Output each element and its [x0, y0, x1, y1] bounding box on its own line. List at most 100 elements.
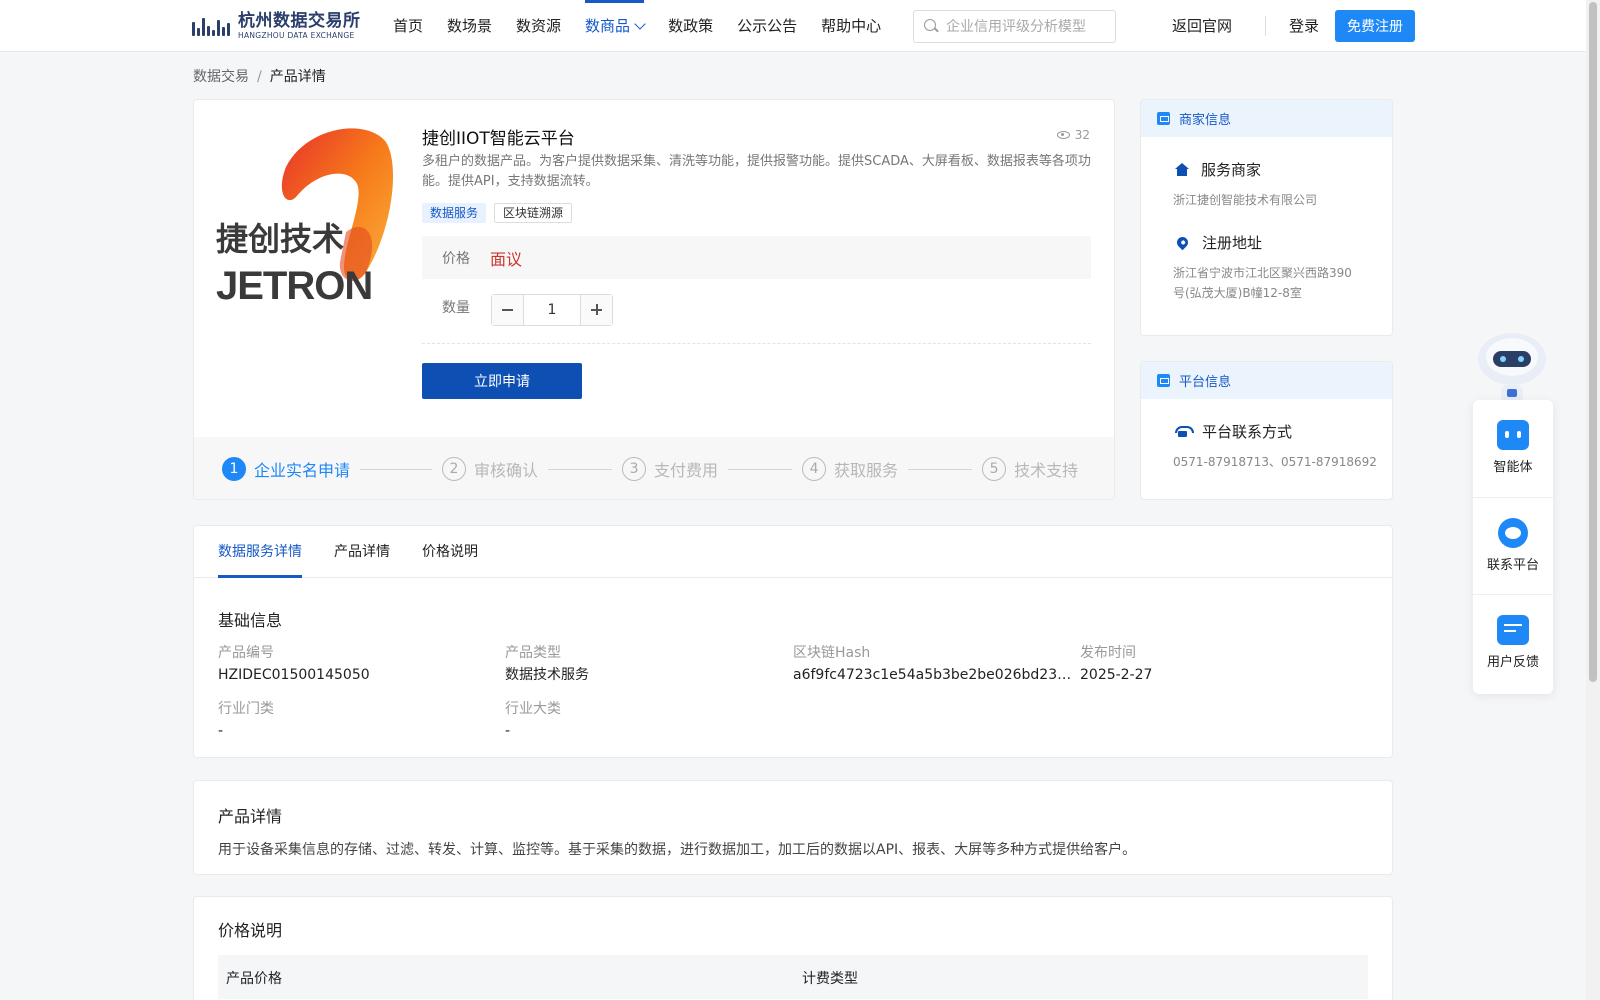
price-table-header: 产品价格 计费类型	[218, 955, 1368, 999]
contact-value: 0571-87918713、0571-87918692	[1173, 455, 1377, 469]
nav-products[interactable]: 数商品	[585, 0, 646, 52]
search-icon[interactable]	[924, 19, 939, 34]
header-divider	[1265, 16, 1266, 36]
breadcrumb-separator: /	[257, 69, 262, 85]
scrollbar-thumb[interactable]	[1589, 2, 1597, 682]
step-connector	[548, 468, 613, 470]
headset-icon	[1498, 518, 1528, 548]
tag-data-service: 数据服务	[422, 203, 487, 223]
page-scrollbar[interactable]	[1586, 0, 1600, 1000]
info-value: -	[218, 723, 224, 739]
product-logo-cn: 捷创技术	[216, 220, 344, 258]
price-value: 面议	[490, 250, 523, 269]
logo-name-cn: 杭州数据交易所	[238, 11, 361, 31]
nav-policies[interactable]: 数政策	[668, 0, 713, 52]
info-label: 行业大类	[505, 701, 561, 717]
phone-icon	[1175, 425, 1194, 438]
info-industry-category: 行业门类 -	[218, 699, 498, 741]
platform-info-card: 平台信息 平台联系方式 0571-87918713、0571-87918692	[1140, 361, 1393, 500]
contact-platform-label: 联系平台	[1486, 558, 1539, 573]
info-value: HZIDEC01500145050	[218, 667, 370, 683]
quantity-increase-button[interactable]	[580, 295, 612, 325]
platform-info-header: 平台信息	[1141, 362, 1392, 399]
address-row: 注册地址	[1141, 232, 1392, 253]
product-logo-en: JETRON	[216, 264, 372, 308]
quantity-input[interactable]: 1	[524, 295, 580, 325]
basic-info-title: 基础信息	[218, 611, 283, 630]
info-product-id: 产品编号 HZIDEC01500145050	[218, 643, 498, 685]
detail-tabs: 数据服务详情 产品详情 价格说明	[194, 526, 1392, 578]
top-header: 杭州数据交易所 HANGZHOU DATA EXCHANGE 首页 数场景 数资…	[0, 0, 1600, 52]
main-nav: 首页 数场景 数资源 数商品 数政策 公示公告 帮助中心	[393, 0, 905, 52]
product-description: 多租户的数据产品。为客户提供数据采集、清洗等功能，提供报警功能。提供SCADA、…	[422, 154, 1091, 189]
address-value: 浙江省宁波市江北区聚兴西路390号(弘茂大厦)B幢12-8室	[1173, 266, 1352, 300]
info-product-type: 产品类型 数据技术服务	[505, 643, 785, 685]
merchant-info-card: 商家信息 服务商家 浙江捷创智能技术有限公司 注册地址 浙江省宁波市江北区聚兴西…	[1140, 99, 1393, 336]
price-note-title: 价格说明	[218, 921, 283, 940]
view-count: 32	[1056, 128, 1090, 142]
eye-icon	[1056, 131, 1070, 139]
provider-row: 服务商家	[1141, 159, 1392, 180]
price-box: 价格 面议	[422, 236, 1091, 279]
contact-label: 平台联系方式	[1202, 423, 1293, 441]
breadcrumb: 数据交易 / 产品详情	[193, 66, 326, 86]
nav-help[interactable]: 帮助中心	[821, 0, 881, 52]
info-value: a6f9fc4723c1e54a5b3be2be026bd2310e6...	[793, 667, 1073, 683]
step-5: 5 技术支持	[982, 457, 1078, 481]
contact-platform-button[interactable]: 联系平台	[1473, 497, 1553, 594]
divider	[422, 343, 1091, 344]
logo-name-en: HANGZHOU DATA EXCHANGE	[238, 31, 355, 40]
user-feedback-button[interactable]: 用户反馈	[1473, 594, 1553, 691]
tab-product-details[interactable]: 产品详情	[334, 526, 390, 577]
product-card: 捷创技术 JETRON 捷创IIOT智能云平台 32 多租户的数据产品。为客户提…	[193, 99, 1115, 500]
back-to-site-link[interactable]: 返回官网	[1172, 0, 1232, 52]
step-number: 3	[622, 457, 647, 481]
step-label: 支付费用	[654, 461, 719, 480]
nav-resources[interactable]: 数资源	[516, 0, 561, 52]
step-number: 2	[442, 457, 467, 481]
product-detail-title: 产品详情	[218, 807, 283, 826]
nav-announcements[interactable]: 公示公告	[737, 0, 797, 52]
info-label: 产品编号	[218, 645, 274, 661]
nav-scenarios[interactable]: 数场景	[447, 0, 492, 52]
quantity-decrease-button[interactable]	[492, 295, 524, 325]
login-link[interactable]: 登录	[1289, 0, 1319, 52]
store-icon	[1157, 112, 1170, 125]
quantity-label: 数量	[442, 300, 470, 316]
location-pin-icon	[1174, 234, 1191, 251]
process-steps: 1 企业实名申请 2 审核确认 3 支付费用 4 获取服务 5 技术支持	[194, 437, 1114, 499]
product-detail-card: 产品详情 用于设备采集信息的存储、过滤、转发、计算、监控等。基于采集的数据，进行…	[193, 780, 1393, 875]
step-2: 2 审核确认	[442, 457, 538, 481]
robot-mascot-icon[interactable]	[1473, 325, 1551, 403]
register-button[interactable]: 免费注册	[1335, 10, 1415, 42]
site-logo[interactable]: 杭州数据交易所 HANGZHOU DATA EXCHANGE	[192, 9, 362, 43]
step-label: 获取服务	[834, 461, 899, 480]
tab-service-details[interactable]: 数据服务详情	[218, 526, 302, 578]
ai-agent-button[interactable]: 智能体	[1473, 400, 1553, 497]
step-number: 1	[222, 457, 246, 481]
product-tags: 数据服务 区块链溯源	[422, 203, 580, 223]
step-connector	[728, 468, 793, 470]
floating-service-bar: 智能体 联系平台 用户反馈	[1473, 400, 1553, 694]
platform-info-title: 平台信息	[1179, 375, 1232, 390]
quantity-stepper: 1	[491, 294, 613, 326]
info-label: 区块链Hash	[793, 645, 871, 661]
step-label: 企业实名申请	[254, 461, 351, 480]
search-input[interactable]	[946, 18, 1116, 35]
info-label: 产品类型	[505, 645, 561, 661]
provider-label: 服务商家	[1201, 161, 1262, 179]
apply-now-button[interactable]: 立即申请	[422, 363, 582, 399]
step-number: 5	[982, 457, 1007, 481]
info-value: 2025-2-27	[1080, 667, 1153, 683]
chevron-down-icon	[634, 18, 646, 30]
view-count-value: 32	[1074, 128, 1090, 142]
info-blockchain-hash: 区块链Hash a6f9fc4723c1e54a5b3be2be026bd231…	[793, 643, 1073, 685]
monitor-icon	[1157, 374, 1170, 387]
search-box	[913, 10, 1116, 43]
breadcrumb-root[interactable]: 数据交易	[193, 69, 249, 85]
tab-price-notes[interactable]: 价格说明	[422, 526, 478, 577]
nav-products-label: 数商品	[585, 17, 631, 35]
nav-home[interactable]: 首页	[393, 0, 423, 52]
info-label: 发布时间	[1080, 645, 1136, 661]
home-icon	[1175, 163, 1189, 176]
